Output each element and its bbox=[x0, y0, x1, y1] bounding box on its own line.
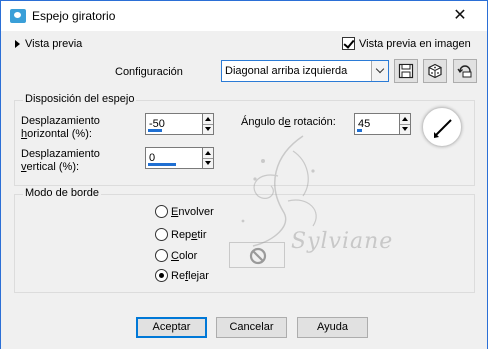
spin-down-icon bbox=[205, 161, 211, 165]
vertical-offset-input[interactable]: 0 bbox=[145, 147, 203, 169]
cancel-button[interactable]: Cancelar bbox=[216, 317, 287, 338]
spin-up-icon bbox=[402, 117, 408, 121]
spin-down-icon bbox=[402, 127, 408, 131]
config-select[interactable]: Diagonal arriba izquierda bbox=[221, 60, 389, 82]
vertical-offset-label: Desplazamiento vertical (%): bbox=[21, 148, 100, 173]
spin-up-icon bbox=[205, 117, 211, 121]
ok-button[interactable]: Aceptar bbox=[136, 317, 207, 338]
horizontal-offset-stepper[interactable] bbox=[203, 113, 214, 135]
help-button[interactable]: Ayuda bbox=[297, 317, 368, 338]
app-icon bbox=[10, 9, 26, 23]
horizontal-offset-level bbox=[148, 129, 162, 132]
reset-defaults-button[interactable] bbox=[453, 59, 477, 83]
mirror-layout-legend: Disposición del espejo bbox=[23, 93, 137, 105]
title-bar[interactable]: Espejo giratorio ✕ bbox=[1, 1, 487, 31]
radio-color-indicator bbox=[155, 249, 168, 262]
window-title: Espejo giratorio bbox=[32, 9, 116, 23]
radio-reflejar-label: Reflejar bbox=[171, 269, 209, 282]
vertical-offset-stepper[interactable] bbox=[203, 147, 214, 169]
spin-down-icon bbox=[205, 127, 211, 131]
preview-in-image-checkbox[interactable]: Vista previa en imagen bbox=[342, 37, 471, 50]
checkmark-icon bbox=[342, 37, 355, 50]
chevron-down-icon bbox=[375, 64, 385, 74]
radio-color-label: Color bbox=[171, 249, 198, 262]
radio-repetir[interactable]: Repetir bbox=[155, 228, 206, 241]
rotation-dial[interactable] bbox=[422, 107, 462, 147]
dialog-body: Vista previa Vista previa en imagen Conf… bbox=[1, 31, 487, 349]
radio-envolver-indicator bbox=[155, 205, 168, 218]
dialog-window: Espejo giratorio ✕ Vista previa Vista pr… bbox=[0, 0, 488, 349]
watermark-text: Sylviane bbox=[291, 229, 394, 254]
floppy-disk-icon bbox=[398, 63, 414, 79]
radio-color[interactable]: Color bbox=[155, 249, 197, 262]
rotation-angle-label: Ángulo de rotación: bbox=[241, 116, 336, 128]
border-mode-legend: Modo de borde bbox=[23, 187, 101, 199]
preview-in-image-label: Vista previa en imagen bbox=[359, 37, 471, 50]
horizontal-offset-spinner[interactable]: -50 bbox=[145, 113, 214, 135]
radio-reflejar[interactable]: Reflejar bbox=[155, 269, 209, 282]
preview-toggle-label: Vista previa bbox=[25, 38, 83, 50]
config-dropdown-button[interactable] bbox=[371, 61, 388, 81]
dial-needle-icon bbox=[434, 119, 452, 138]
radio-envolver-label: Envolver bbox=[171, 205, 214, 218]
horizontal-offset-input[interactable]: -50 bbox=[145, 113, 203, 135]
spin-up-icon bbox=[205, 151, 211, 155]
radio-reflejar-indicator bbox=[155, 269, 168, 282]
config-selected-value: Diagonal arriba izquierda bbox=[225, 65, 348, 77]
randomize-button[interactable] bbox=[423, 59, 447, 83]
dice-icon bbox=[428, 63, 442, 79]
preview-toggle[interactable]: Vista previa bbox=[15, 38, 82, 50]
reset-defaults-icon bbox=[457, 65, 472, 78]
horizontal-offset-label: Desplazamiento horizontal (%): bbox=[21, 115, 100, 140]
vertical-offset-spinner[interactable]: 0 bbox=[145, 147, 214, 169]
radio-repetir-indicator bbox=[155, 228, 168, 241]
config-label: Configuración bbox=[115, 66, 183, 78]
close-button[interactable]: ✕ bbox=[437, 3, 483, 29]
save-preset-button[interactable] bbox=[394, 59, 418, 83]
expand-triangle-icon bbox=[15, 40, 20, 48]
radio-repetir-label: Repetir bbox=[171, 228, 207, 241]
rotation-angle-stepper[interactable] bbox=[400, 113, 411, 135]
radio-envolver[interactable]: Envolver bbox=[155, 205, 214, 218]
vertical-offset-level bbox=[148, 163, 176, 166]
